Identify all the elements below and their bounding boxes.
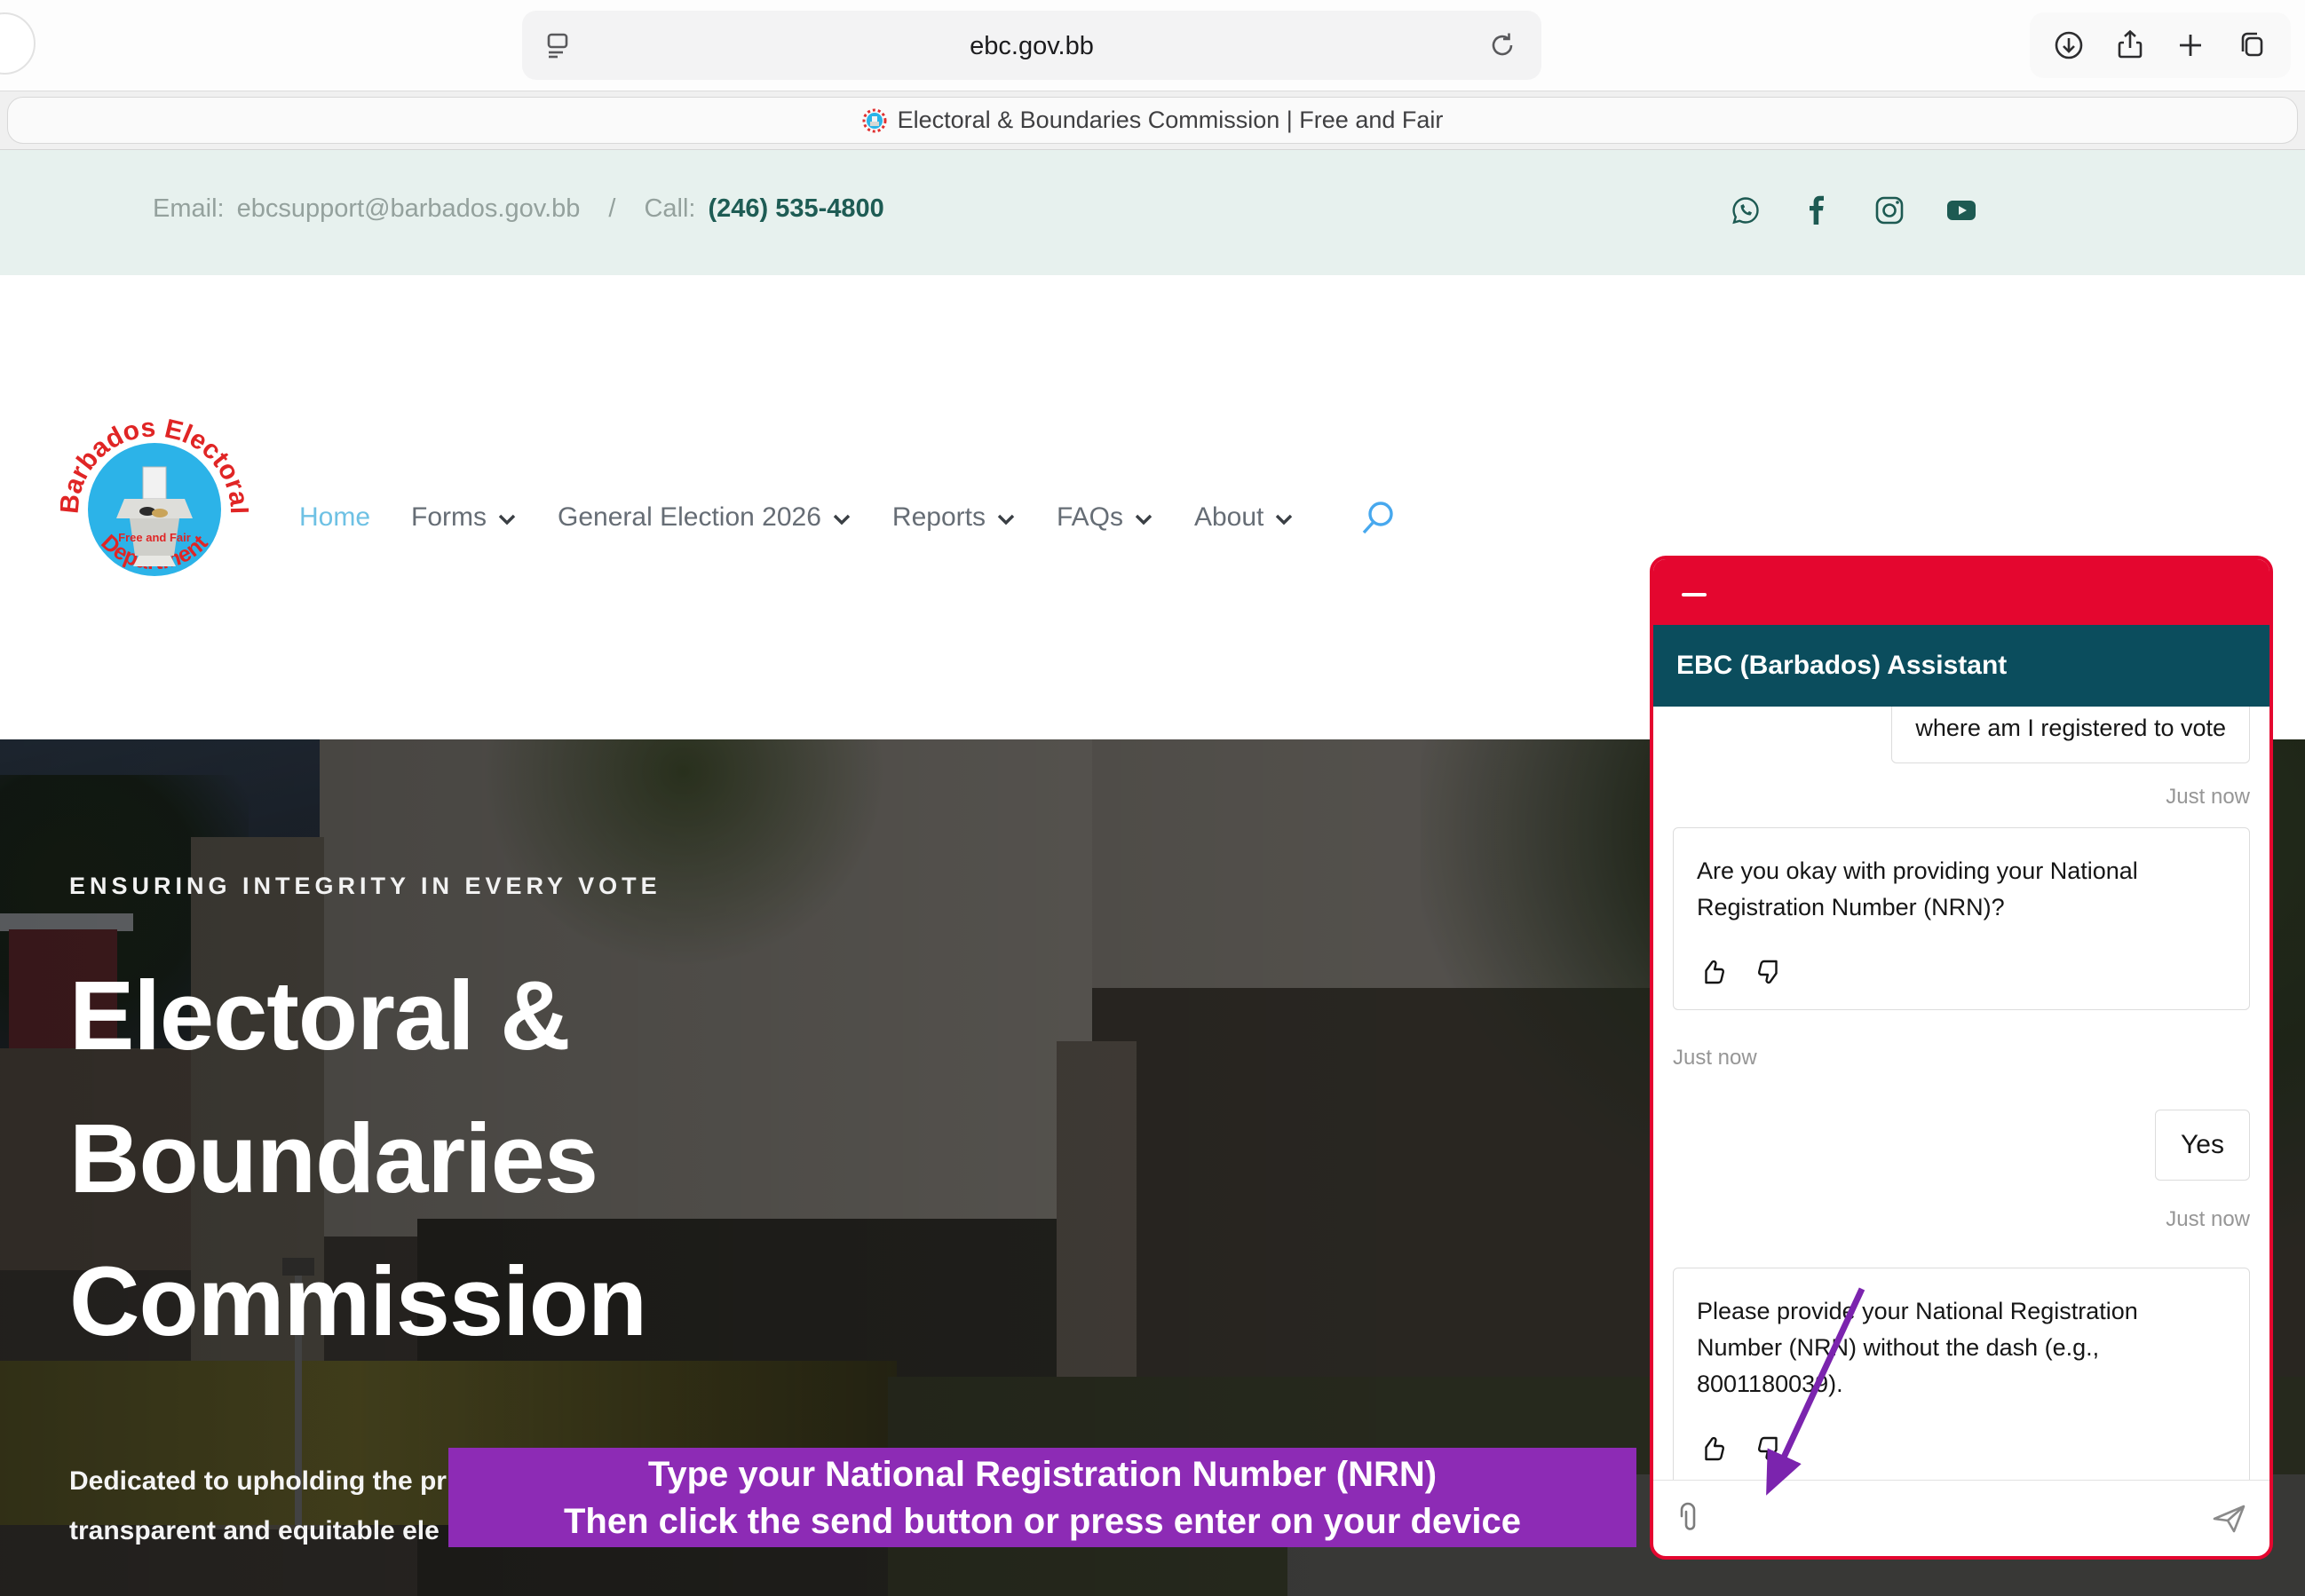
- new-tab-icon[interactable]: [2174, 28, 2207, 62]
- browser-window: ebc.gov.bb: [0, 0, 2305, 1596]
- nav-item-reports[interactable]: Reports: [892, 502, 1016, 533]
- annotation-line-2: Then click the send button or press ente…: [448, 1498, 1636, 1545]
- chat-titlebar: EBC (Barbados) Assistant: [1653, 625, 2269, 707]
- chat-message-input[interactable]: [1717, 1492, 2195, 1545]
- chat-messages[interactable]: where am I registered to vote Just now A…: [1653, 707, 2269, 1480]
- downloads-icon[interactable]: [2052, 28, 2086, 62]
- main-navigation: Home Forms General Election 2026 Reports…: [299, 486, 1397, 549]
- search-icon[interactable]: [1359, 499, 1397, 536]
- social-links: [1730, 194, 1977, 226]
- message-timestamp: Just now: [1673, 1207, 2250, 1232]
- email-address[interactable]: ebcsupport@barbados.gov.bb: [237, 194, 581, 224]
- chevron-down-icon: [1134, 513, 1153, 525]
- youtube-icon[interactable]: [1945, 194, 1977, 226]
- site-topbar: Email: ebcsupport@barbados.gov.bb / Call…: [0, 150, 2305, 275]
- nav-item-about[interactable]: About: [1194, 502, 1294, 533]
- instagram-icon[interactable]: [1873, 194, 1905, 226]
- hero-paragraph: Dedicated to upholding the pr transparen…: [69, 1457, 447, 1556]
- tab-overview-icon[interactable]: [2235, 28, 2269, 62]
- minimize-icon[interactable]: [1682, 593, 1707, 597]
- contact-info: Email: ebcsupport@barbados.gov.bb / Call…: [153, 194, 884, 224]
- contact-divider: /: [608, 194, 615, 224]
- send-icon[interactable]: [2211, 1500, 2248, 1537]
- attachment-icon[interactable]: [1675, 1501, 1701, 1537]
- nav-item-home[interactable]: Home: [299, 502, 370, 533]
- browser-toolbar: ebc.gov.bb: [0, 0, 2305, 91]
- chat-bot-message: Please provide your National Registratio…: [1673, 1268, 2250, 1480]
- email-label: Email:: [153, 194, 225, 224]
- thumbs-up-icon[interactable]: [1697, 1433, 1729, 1465]
- chat-user-message: where am I registered to vote: [1891, 707, 2250, 763]
- refresh-icon[interactable]: [1486, 29, 1518, 61]
- tab-title: Electoral & Boundaries Commission | Free…: [898, 107, 1444, 134]
- chevron-down-icon: [497, 513, 517, 525]
- facebook-icon[interactable]: [1802, 194, 1834, 226]
- call-label: Call:: [644, 194, 695, 224]
- chat-header: [1653, 559, 2269, 625]
- thumbs-up-icon[interactable]: [1697, 956, 1729, 988]
- address-bar[interactable]: ebc.gov.bb: [522, 11, 1541, 80]
- annotation-banner: Type your National Registration Number (…: [448, 1448, 1636, 1547]
- tab-strip: Electoral & Boundaries Commission | Free…: [0, 91, 2305, 150]
- feedback-row: [1697, 1433, 2226, 1465]
- message-timestamp: Just now: [1673, 1046, 2250, 1071]
- chat-input-row: [1653, 1480, 2269, 1556]
- logo-tagline: Free and Fair: [118, 531, 191, 544]
- share-icon[interactable]: [2113, 28, 2147, 62]
- chat-user-message: Yes: [2155, 1110, 2250, 1181]
- chat-widget: EBC (Barbados) Assistant where am I regi…: [1650, 556, 2273, 1560]
- feedback-row: [1697, 956, 2226, 988]
- ebc-logo[interactable]: Barbados Electoral Department Free and F…: [60, 415, 249, 604]
- page-title: Electoral & Boundaries Commission: [69, 944, 661, 1373]
- hero-content: ENSURING INTEGRITY IN EVERY VOTE Elector…: [69, 873, 661, 1373]
- hero-eyebrow: ENSURING INTEGRITY IN EVERY VOTE: [69, 873, 661, 900]
- thumbs-down-icon[interactable]: [1754, 1433, 1786, 1465]
- chevron-down-icon: [996, 513, 1016, 525]
- thumbs-down-icon[interactable]: [1754, 956, 1786, 988]
- url-text[interactable]: ebc.gov.bb: [522, 32, 1541, 61]
- chat-bot-message: Are you okay with providing your Nationa…: [1673, 827, 2250, 1010]
- chevron-down-icon: [1274, 513, 1294, 525]
- message-timestamp: Just now: [1673, 785, 2250, 810]
- browser-tab[interactable]: Electoral & Boundaries Commission | Free…: [7, 97, 2298, 144]
- annotation-line-1: Type your National Registration Number (…: [448, 1451, 1636, 1498]
- tab-favicon: [862, 108, 887, 133]
- nav-item-faqs[interactable]: FAQs: [1057, 502, 1153, 533]
- chevron-down-icon: [832, 513, 852, 525]
- phone-number[interactable]: (246) 535-4800: [708, 194, 883, 224]
- nav-item-forms[interactable]: Forms: [411, 502, 517, 533]
- sidebar-button[interactable]: [0, 12, 36, 75]
- whatsapp-icon[interactable]: [1730, 194, 1762, 226]
- toolbar-actions: [2030, 12, 2291, 78]
- chat-title: EBC (Barbados) Assistant: [1676, 651, 2007, 681]
- nav-item-general-election-2026[interactable]: General Election 2026: [558, 502, 852, 533]
